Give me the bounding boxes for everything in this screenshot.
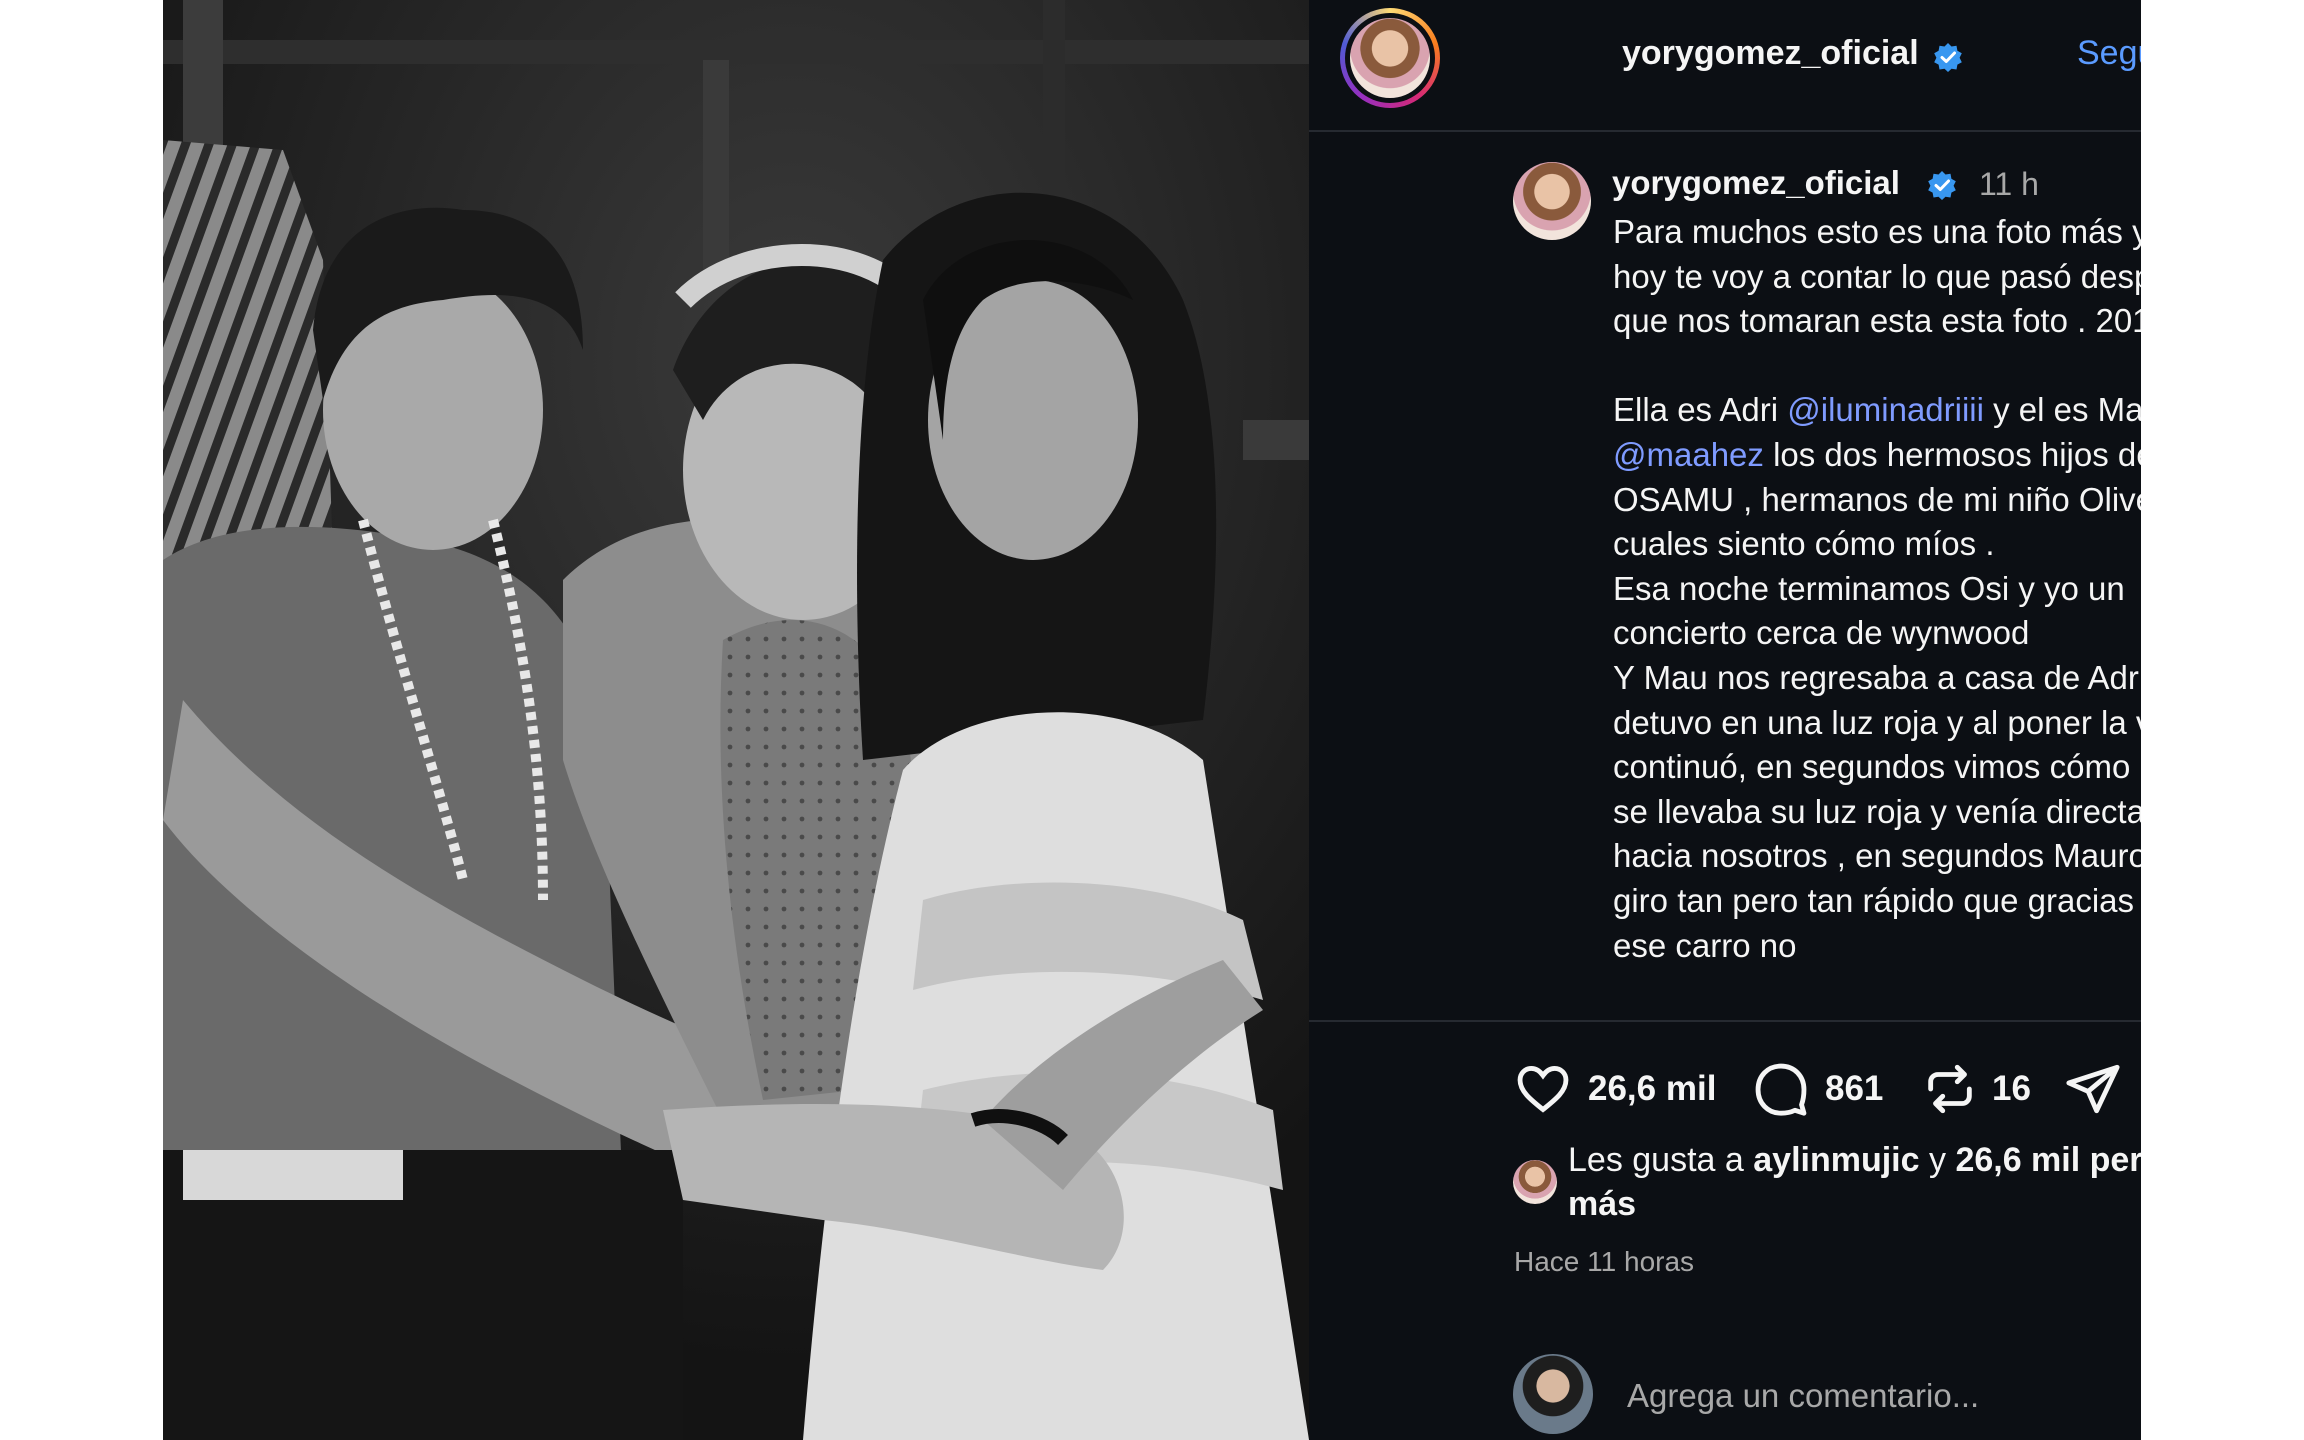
mention-link[interactable]: @maahez [1613, 436, 1764, 473]
follow-button[interactable]: Seguir [2077, 34, 2141, 73]
caption-paragraph: Ella es Adri @iluminadriiii y el es Maur… [1613, 388, 2141, 968]
likes-prefix: Les gusta a [1568, 1141, 1744, 1179]
like-count[interactable]: 26,6 mil [1588, 1069, 1716, 1109]
caption-text: Para muchos esto es una foto más y no , … [1613, 210, 2141, 1062]
likes-summary: Les gusta a aylinmujic y 26,6 mil person… [1568, 1138, 2141, 1226]
caption-time-ago[interactable]: 11 h [1979, 166, 2039, 203]
caption-text-segment: y el es Mauro [1993, 391, 2141, 429]
comment-bubble-icon[interactable] [1752, 1060, 1810, 1118]
caption-scroll-fade [1613, 985, 2141, 1019]
verified-badge-icon [1934, 43, 1962, 72]
liker-username[interactable]: aylinmujic [1753, 1141, 1919, 1179]
author-avatar-ring[interactable] [1340, 8, 1440, 108]
caption-text-segment: los dos hermosos hijos de OSAMU , herman… [1613, 435, 2141, 964]
photo-illustration [163, 0, 1309, 1440]
share-send-icon[interactable] [2062, 1060, 2124, 1118]
actions-divider [1309, 1020, 2141, 1022]
caption-paragraph: Para muchos esto es una foto más y no , … [1613, 213, 2141, 340]
like-heart-icon[interactable] [1514, 1060, 1572, 1118]
instagram-post-dialog: yorygomez_oficial Seguir yorygomez_ofici… [163, 0, 2141, 1440]
header-divider [1309, 130, 2141, 132]
comment-count[interactable]: 861 [1825, 1069, 1883, 1109]
posted-time[interactable]: Hace 11 horas [1514, 1246, 1694, 1278]
liker-avatar[interactable] [1513, 1160, 1557, 1204]
comment-input[interactable] [1625, 1372, 2141, 1420]
repost-count[interactable]: 16 [1992, 1069, 2031, 1109]
mention-link[interactable]: @iluminadriiii [1787, 391, 1984, 428]
current-user-avatar[interactable] [1513, 1354, 1593, 1434]
repost-icon[interactable] [1921, 1060, 1979, 1118]
caption-text-segment: Ella es Adri [1613, 391, 1788, 429]
author-username[interactable]: yorygomez_oficial [1622, 34, 1919, 73]
caption-verified-badge-icon [1928, 171, 1956, 200]
caption-author-username[interactable]: yorygomez_oficial [1612, 164, 1900, 202]
post-photo[interactable] [163, 0, 1309, 1440]
likes-connector: y [1928, 1141, 1946, 1179]
author-avatar [1350, 18, 1430, 98]
caption-author-avatar[interactable] [1513, 162, 1591, 240]
